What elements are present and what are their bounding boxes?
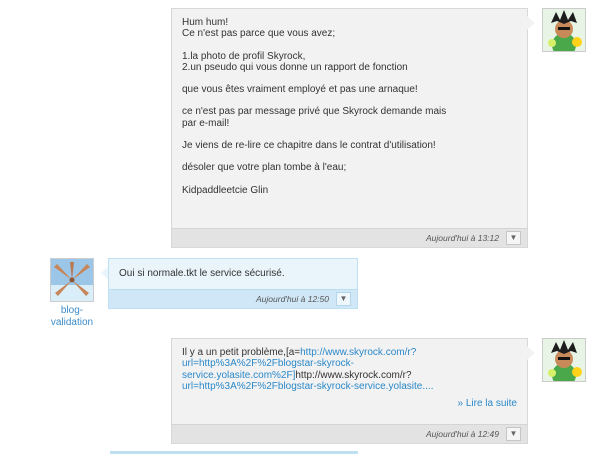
author-name[interactable]: blog- validation: [44, 305, 100, 329]
message-menu-button[interactable]: ▼: [336, 292, 351, 306]
message-line: Hum hum!: [182, 17, 229, 28]
message-body: Oui si normale.tkt le service sécurisé.: [109, 259, 357, 285]
message-link[interactable]: url=http%3A%2F%2Fblogstar-skyrock-: [182, 358, 354, 369]
avatar-image: [51, 259, 93, 301]
message-line: désoler que votre plan tombe à l'eau;: [182, 162, 347, 174]
message-text: Il y a un petit problème,[a=: [182, 347, 301, 358]
message-line: Je viens de re-lire ce chapitre dans le …: [182, 140, 436, 152]
message-body: Il y a un petit problème,[a=http://www.s…: [172, 339, 527, 415]
message-timestamp: Aujourd'hui à 12:49: [426, 429, 499, 439]
message-line: que vous êtes vraiment employé et pas un…: [182, 84, 418, 96]
message-text: Oui si normale.tkt le service sécurisé.: [119, 268, 285, 279]
message-line: ce n'est pas par message privé que Skyro…: [182, 106, 447, 118]
avatar[interactable]: [542, 338, 586, 382]
message-bubble: Il y a un petit problème,[a=http://www.s…: [171, 338, 528, 444]
author-name-line: blog-: [60, 305, 84, 316]
message-body: Hum hum! Ce n'est pas parce que vous ave…: [172, 9, 527, 202]
message-line: Kidpaddleetcie Glin: [182, 184, 269, 196]
avatar[interactable]: [542, 8, 586, 52]
avatar-image: [543, 339, 585, 381]
message-footer: Aujourd'hui à 13:12 ▼: [172, 228, 527, 247]
read-more-link[interactable]: » Lire la suite: [182, 398, 517, 409]
message-link[interactable]: service.yolasite.com%2F]: [182, 370, 295, 381]
author-name-line: validation: [50, 317, 94, 328]
bubble-tail: [527, 16, 535, 30]
message-link[interactable]: http://www.skyrock.com/r?: [300, 347, 416, 358]
message-menu-button[interactable]: ▼: [506, 427, 521, 441]
message-timestamp: Aujourd'hui à 13:12: [426, 233, 499, 243]
message-footer: Aujourd'hui à 12:50 ▼: [109, 289, 357, 308]
avatar-image: [543, 9, 585, 51]
message-menu-button[interactable]: ▼: [506, 231, 521, 245]
message-text: http://www.skyrock.com/r?: [295, 369, 412, 381]
chevron-down-icon: ▼: [339, 294, 348, 303]
message-line: Ce n'est pas parce que vous avez;: [182, 28, 336, 40]
message-link[interactable]: url=http%3A%2F%2Fblogstar-skyrock-servic…: [182, 381, 433, 392]
chevron-down-icon: ▼: [509, 233, 518, 242]
message-bubble: Hum hum! Ce n'est pas parce que vous ave…: [171, 8, 528, 248]
message-line: 1.la photo de profil Skyrock,: [182, 50, 306, 62]
message-bubble: Oui si normale.tkt le service sécurisé. …: [108, 258, 358, 309]
message-timestamp: Aujourd'hui à 12:50: [256, 294, 329, 304]
message-footer: Aujourd'hui à 12:49 ▼: [172, 424, 527, 443]
message-line: par e-mail!: [182, 117, 230, 129]
chevron-down-icon: ▼: [509, 429, 518, 438]
bubble-tail: [527, 346, 535, 360]
message-line: 2.un pseudo qui vous donne un rapport de…: [182, 61, 408, 73]
avatar[interactable]: [50, 258, 94, 302]
